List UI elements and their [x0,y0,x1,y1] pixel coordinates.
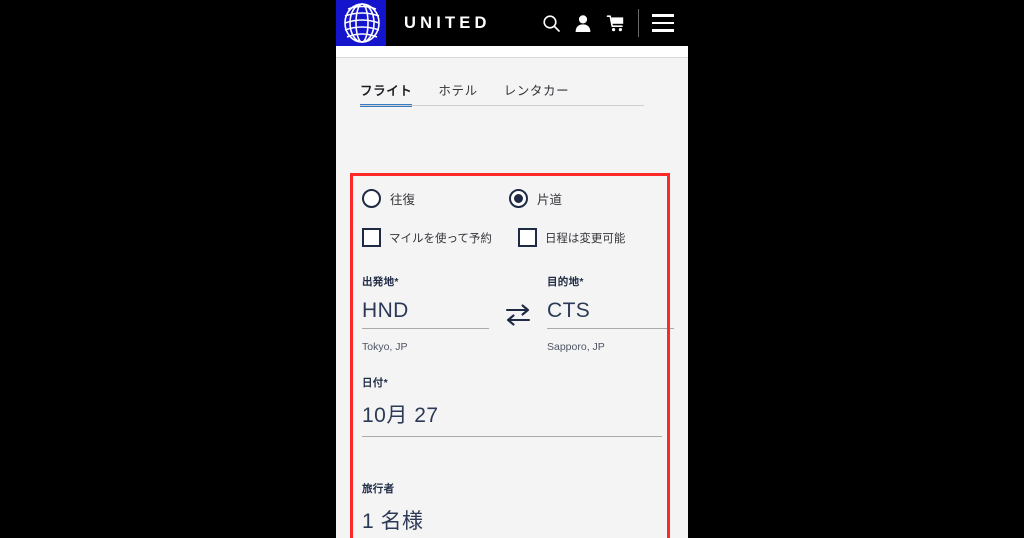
tab-hotels[interactable]: ホテル [438,80,477,106]
radio-one-way[interactable]: 片道 [509,189,562,208]
travelers-input[interactable]: 1 名様 [362,505,662,538]
destination-field: 目的地* CTS Sapporo, JP [547,274,674,353]
tab-cars[interactable]: レンタカー [504,80,570,106]
destination-label: 目的地* [547,276,584,288]
origin-city: Tokyo, JP [362,341,408,354]
brand-wordmark: UNITED [404,13,491,32]
origin-destination-row: 出発地* HND Tokyo, JP 目的地* CTS Sapporo, JP [362,274,674,353]
swap-arrows-icon[interactable] [504,302,532,333]
cart-icon[interactable] [599,0,631,46]
screenshot-root: UNITED フライト ホテル レンタカー 往復 片道 マイルを使って予約 日程… [0,0,1024,538]
destination-input[interactable]: CTS [547,299,674,330]
search-icon[interactable] [535,0,567,46]
radio-round-trip-icon [362,189,381,208]
site-header: UNITED [336,0,688,46]
checkbox-flexible-dates[interactable]: 日程は変更可能 [517,228,626,247]
date-field: 日付* 10月 27 [362,375,662,438]
checkbox-flexible-dates-label: 日程は変更可能 [544,232,626,245]
tab-flights[interactable]: フライト [360,80,413,107]
united-globe-logo[interactable] [336,0,386,46]
origin-input[interactable]: HND [362,299,489,330]
flight-search-form: 往復 片道 マイルを使って予約 日程は変更可能 出発地* HND Tokyo, … [336,173,688,538]
browser-viewport: UNITED フライト ホテル レンタカー 往復 片道 マイルを使って予約 日程… [336,0,688,538]
header-icon-group [535,0,688,46]
checkbox-book-with-miles-label: マイルを使って予約 [389,232,492,245]
booking-tabs: フライト ホテル レンタカー [336,58,668,107]
menu-icon[interactable] [646,0,680,46]
tabs-underline-rule [360,105,644,106]
travelers-label: 旅行者 [362,483,395,496]
date-label: 日付* [362,377,388,390]
checkbox-book-with-miles-box [362,228,381,247]
header-sub-bar [336,46,688,58]
account-icon[interactable] [567,0,599,46]
checkbox-flexible-dates-box [517,228,537,247]
radio-round-trip-label: 往復 [390,193,416,207]
booking-page: フライト ホテル レンタカー 往復 片道 マイルを使って予約 日程は変更可能 出… [336,58,688,538]
radio-round-trip[interactable]: 往復 [362,189,415,208]
checkbox-book-with-miles[interactable]: マイルを使って予約 [362,228,492,247]
trip-type-group: 往復 片道 [362,173,662,208]
radio-one-way-label: 片道 [537,193,563,207]
booking-options-group: マイルを使って予約 日程は変更可能 [362,228,662,247]
tab-hotels-label: ホテル [438,84,478,98]
swap-button-wrap [489,274,547,333]
date-input[interactable]: 10月 27 [362,399,662,438]
tab-cars-label: レンタカー [503,84,570,98]
destination-city: Sapporo, JP [547,341,605,354]
origin-field: 出発地* HND Tokyo, JP [362,274,489,353]
radio-one-way-icon [509,189,529,208]
travelers-field: 旅行者 1 名様 [362,481,662,538]
header-divider [638,9,639,37]
origin-label: 出発地* [362,276,399,288]
tab-flights-label: フライト [360,84,413,98]
